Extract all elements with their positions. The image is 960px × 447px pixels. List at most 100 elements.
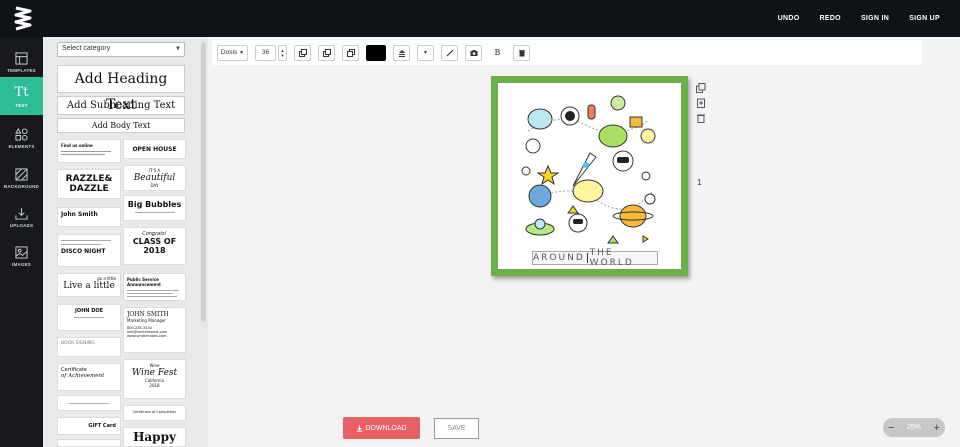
caret-down-icon: ▼ [423,49,428,56]
top-bar: UNDO REDO SIGN IN SIGN UP [0,0,960,37]
canvas-caption[interactable]: AROUND THE WORLD [532,248,658,268]
tile-line [61,240,111,241]
save-button[interactable]: SAVE [434,418,479,439]
font-select-value: Dosis [220,49,238,56]
rail-item-text[interactable]: Tt TEXT [0,77,50,115]
redo-button[interactable]: REDO [820,15,841,22]
template-tile[interactable]: GIFT Card [57,417,121,435]
tile-line [127,293,173,294]
rail-item-uploads[interactable]: UPLOADS [0,198,43,236]
pen-button[interactable] [441,44,458,61]
add-body-button[interactable]: Add Body Text [57,118,185,133]
sign-up-button[interactable]: SIGN UP [909,15,940,22]
tile-line [69,403,109,404]
template-tile[interactable]: IT'S A Beautiful DAY [123,165,186,191]
tile-text: DAZZLE [69,184,109,194]
tile-text: John Smith [61,211,98,218]
font-size-stepper[interactable]: ▲ ▼ [278,44,287,61]
text-panel: Select category ▼ Add Heading Text Add S… [43,37,208,447]
font-select[interactable]: Dosis ▼ [217,44,248,61]
chevron-down-icon: ▼ [175,46,181,52]
space-doodle-illustration[interactable] [518,91,663,246]
tile-text: Wine Fest [131,368,178,378]
tile-text: CLASS OF [132,237,177,246]
tile-text: OPEN HOUSE [132,146,177,153]
rail-item-elements[interactable]: ELEMENTS [0,119,43,157]
tile-text: Big Bubbles [127,200,182,209]
bring-forward-button[interactable] [318,44,335,61]
logo-icon[interactable] [12,6,34,32]
image-icon [15,245,28,259]
rail-item-background[interactable]: BACKGROUND [0,159,43,197]
tile-line [74,317,104,318]
category-select[interactable]: Select category ▼ [57,42,185,57]
panel-scrollbar[interactable] [201,42,206,322]
template-tile[interactable]: Happy [123,427,186,447]
rail-item-templates[interactable]: TEMPLATES [0,43,43,81]
template-tile[interactable] [57,395,121,411]
template-tile[interactable]: Certificate of Achievement [57,363,121,391]
tile-line [134,212,175,213]
text-icon: Tt [14,84,29,100]
sign-in-button[interactable]: SIGN IN [861,15,889,22]
download-button[interactable]: DOWNLOAD [343,417,420,439]
template-tile[interactable]: Big Bubbles [123,195,186,221]
editor-toolbar: Dosis ▼ 36 ▲ ▼ ▼ B [212,40,922,65]
font-size-input[interactable]: 36 [255,44,276,61]
template-tile[interactable]: Certificate of Completion [123,405,186,421]
tile-text: Live a little [63,281,115,291]
template-tile[interactable]: Congrats! CLASS OF 2018 [123,227,186,265]
template-tile[interactable]: OPEN HOUSE [123,139,186,159]
zoom-out-button[interactable]: − [888,422,894,434]
template-tile[interactable]: JOHN SMITH Marketing Manager 800-238-343… [123,307,186,353]
rail-item-images[interactable]: IMAGES [0,237,43,275]
tile-text: Find us online [61,143,93,148]
add-page-icon [697,98,705,108]
tile-text: BOOK SIGNING [61,341,95,346]
more-dropdown[interactable]: ▼ [417,44,434,61]
copy-icon [298,48,307,57]
tile-text: RAZZLE& [65,174,113,184]
design-canvas[interactable]: AROUND THE WORLD [498,83,681,269]
tile-text: DAY [150,183,159,188]
duplicate-page-button[interactable] [696,80,706,93]
bold-button[interactable]: B [489,44,506,61]
template-tile[interactable]: Find us online [57,139,121,163]
tile-text: JOHN DOE [74,308,104,314]
template-tile[interactable]: BOOK SIGNING [57,337,121,357]
bring-forward-icon [322,48,331,57]
template-tile[interactable]: Public Service Announcement [123,273,186,301]
zoom-control: − 25% + [883,418,945,437]
undo-button[interactable]: UNDO [778,15,800,22]
align-button[interactable] [393,44,410,61]
templates-icon [15,51,28,65]
camera-button[interactable] [465,44,482,61]
template-tile[interactable]: RAZZLE& DAZZLE [57,169,121,199]
delete-page-button[interactable] [696,110,706,123]
add-page-button[interactable] [696,95,706,108]
template-tile[interactable]: Wine Wine Fest California 2018 [123,359,186,399]
zoom-in-button[interactable]: + [934,422,940,434]
template-tile[interactable]: JOHN DOE [57,304,121,331]
tile-text: of Achievement [61,373,105,379]
delete-button[interactable] [513,44,530,61]
add-subheading-button[interactable]: Add Subheading Text [57,96,185,115]
camera-icon [470,49,477,56]
template-tile[interactable]: DISCO NIGHT [57,234,121,267]
tile-text: Beautiful [133,173,176,183]
design-canvas-frame[interactable]: AROUND THE WORLD [491,76,688,276]
pen-icon [446,49,453,56]
template-tile[interactable]: go a little Live a little [57,273,121,297]
color-picker[interactable] [366,44,386,61]
add-heading-button[interactable]: Add Heading Text [57,65,185,113]
caret-down-icon: ▼ [239,49,245,56]
duplicate-button[interactable] [294,44,311,61]
align-icon [398,49,405,57]
template-tile[interactable]: John Smith [57,207,121,227]
send-backward-button[interactable] [342,44,359,61]
page-number: 1 [697,178,702,187]
page-tools [696,80,706,125]
copy-page-icon [696,83,706,93]
template-tile[interactable] [57,439,121,447]
tile-line [61,244,101,245]
